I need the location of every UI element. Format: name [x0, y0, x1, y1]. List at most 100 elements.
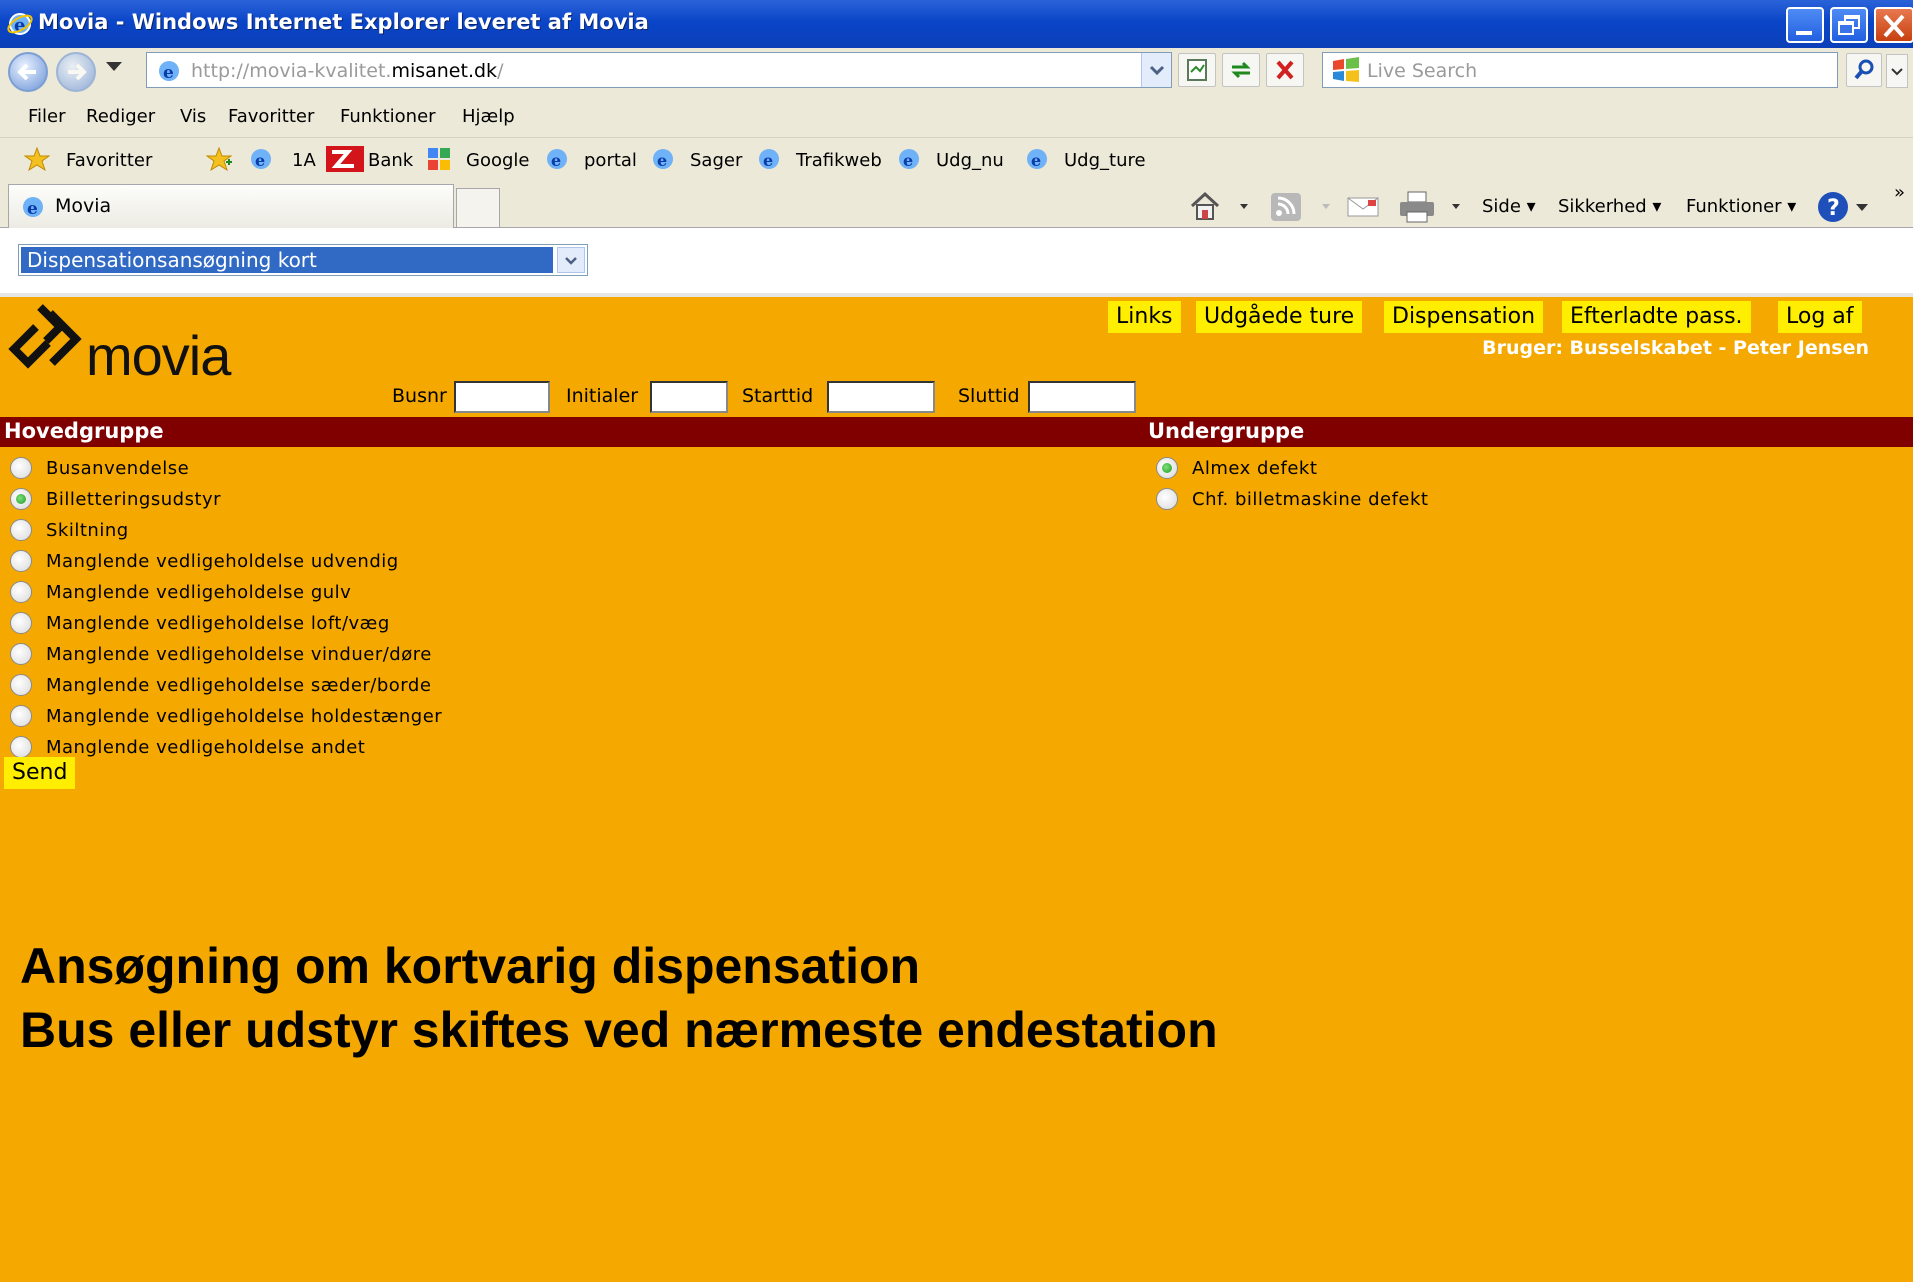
initialer-input[interactable]: [650, 381, 728, 413]
help-icon[interactable]: ?: [1816, 190, 1852, 224]
side-menu[interactable]: Side ▾: [1482, 196, 1536, 217]
favlink-trafikweb[interactable]: e Trafikweb: [756, 138, 886, 184]
title-bar: e Movia - Windows Internet Explorer leve…: [0, 0, 1913, 48]
svg-text:e: e: [255, 151, 265, 170]
starttid-input[interactable]: [827, 381, 935, 413]
sikkerhed-menu[interactable]: Sikkerhed ▾: [1558, 196, 1661, 217]
hovedgruppe-option-radio[interactable]: [10, 550, 32, 572]
form-select-row: Dispensationsansøgning kort: [0, 229, 1913, 297]
busnr-input[interactable]: [454, 381, 550, 413]
address-toolbar: e http://movia-kvalitet.misanet.dk/ Live…: [0, 48, 1913, 96]
menu-bar: Filer Rediger Vis Favoritter Funktioner …: [0, 96, 1913, 138]
link-efterladte-pass[interactable]: Efterladte pass.: [1562, 301, 1751, 333]
favlink-udg-nu[interactable]: e Udg_nu: [896, 138, 1016, 184]
home-dropdown-icon[interactable]: [1240, 204, 1248, 209]
undergruppe-option-radio[interactable]: [1156, 488, 1178, 510]
print-icon[interactable]: [1398, 190, 1436, 224]
url-text: http://movia-kvalitet.misanet.dk/: [191, 60, 504, 82]
favorites-label: Favoritter: [66, 150, 153, 171]
link-links[interactable]: Links: [1108, 301, 1181, 333]
menu-hjaelp[interactable]: Hjælp: [462, 106, 515, 127]
add-favorite-icon[interactable]: [206, 146, 232, 172]
chevron-down-icon: [565, 257, 577, 265]
restore-button[interactable]: [1830, 7, 1868, 43]
url-dropdown-button[interactable]: [1141, 53, 1171, 87]
favlink-1a[interactable]: e 1A: [248, 138, 318, 184]
hovedgruppe-option-radio[interactable]: [10, 612, 32, 634]
hovedgruppe-title: Hovedgruppe: [4, 419, 164, 443]
chevron-more-icon[interactable]: »: [1894, 182, 1905, 203]
minimize-button[interactable]: [1786, 7, 1824, 43]
link-log-af[interactable]: Log af: [1778, 301, 1862, 333]
favlink-udg-ture[interactable]: e Udg_ture: [1024, 138, 1164, 184]
help-dropdown-icon[interactable]: [1856, 204, 1868, 211]
search-button[interactable]: [1846, 53, 1882, 87]
send-button[interactable]: Send: [4, 757, 76, 789]
sluttid-input[interactable]: [1028, 381, 1136, 413]
funktioner-menu[interactable]: Funktioner ▾: [1686, 196, 1796, 217]
favorites-bar: Favoritter e 1A Bank Google e portal e S…: [0, 138, 1913, 184]
close-icon: [1883, 14, 1905, 38]
close-window-button[interactable]: [1874, 7, 1913, 43]
undergruppe-option-radio[interactable]: [1156, 457, 1178, 479]
busnr-label: Busnr: [392, 385, 447, 407]
favorites-button[interactable]: Favoritter: [24, 138, 164, 184]
hovedgruppe-option-label: Manglende vedligeholdelse gulv: [46, 582, 352, 603]
refresh-button[interactable]: [1222, 53, 1260, 87]
hovedgruppe-option-radio[interactable]: [10, 643, 32, 665]
search-input[interactable]: Live Search: [1322, 52, 1838, 88]
caption-line-1: Ansøgning om kortvarig dispensation: [20, 938, 921, 994]
link-udgaaede-ture[interactable]: Udgåede ture: [1196, 301, 1363, 333]
new-tab-button[interactable]: [456, 188, 500, 228]
link-dispensation[interactable]: Dispensation: [1384, 301, 1544, 333]
hovedgruppe-option-radio[interactable]: [10, 581, 32, 603]
search-options-dropdown[interactable]: [1886, 54, 1908, 88]
forward-button[interactable]: [56, 52, 96, 92]
forward-arrow-icon: [68, 63, 87, 81]
home-icon[interactable]: [1188, 190, 1222, 222]
undergruppe-option-label: Almex defekt: [1192, 458, 1318, 479]
mail-icon[interactable]: [1346, 192, 1380, 222]
undergruppe-option-label: Chf. billetmaskine defekt: [1192, 489, 1429, 510]
stop-button[interactable]: [1266, 53, 1304, 87]
hovedgruppe-option-label: Manglende vedligeholdelse udvendig: [46, 551, 399, 572]
hovedgruppe-option-radio[interactable]: [10, 488, 32, 510]
favlink-portal[interactable]: e portal: [544, 138, 644, 184]
sluttid-label: Sluttid: [958, 385, 1020, 407]
initialer-label: Initialer: [566, 385, 639, 407]
favlink-google[interactable]: Google: [426, 138, 536, 184]
movia-page: movia Links Udgåede ture Dispensation Ef…: [0, 297, 1913, 1282]
tab-bar: e Movia Side ▾ Sikkerhed ▾ Funktioner ▾ …: [0, 182, 1913, 228]
menu-funktioner[interactable]: Funktioner: [340, 106, 436, 127]
svg-text:?: ?: [1827, 196, 1840, 221]
ie-page-icon: e: [899, 149, 919, 170]
hovedgruppe-option-radio[interactable]: [10, 736, 32, 758]
menu-vis[interactable]: Vis: [180, 106, 206, 127]
history-dropdown-icon[interactable]: [106, 62, 122, 71]
hovedgruppe-option-radio[interactable]: [10, 519, 32, 541]
form-type-dropdown-button[interactable]: [557, 247, 585, 273]
user-info: Bruger: Busselskabet - Peter Jensen: [1482, 337, 1869, 359]
menu-rediger[interactable]: Rediger: [86, 106, 155, 127]
menu-filer[interactable]: Filer: [28, 106, 66, 127]
favlink-bank[interactable]: Bank: [326, 138, 416, 184]
print-dropdown-icon[interactable]: [1452, 204, 1460, 209]
ie-page-icon: e: [23, 197, 43, 219]
rss-feed-icon[interactable]: [1270, 192, 1302, 222]
back-button[interactable]: [8, 52, 48, 92]
svg-text:e: e: [27, 199, 38, 219]
menu-favoritter[interactable]: Favoritter: [228, 106, 314, 127]
hovedgruppe-option-radio[interactable]: [10, 674, 32, 696]
hovedgruppe-option-radio[interactable]: [10, 705, 32, 727]
refresh-icon: [1231, 61, 1251, 79]
form-type-select[interactable]: Dispensationsansøgning kort: [18, 244, 588, 276]
hovedgruppe-option-radio[interactable]: [10, 457, 32, 479]
form-type-selected-value: Dispensationsansøgning kort: [21, 247, 553, 273]
hovedgruppe-option-label: Manglende vedligeholdelse andet: [46, 737, 366, 758]
compatibility-button[interactable]: [1178, 53, 1216, 87]
movia-logo: movia: [6, 303, 276, 387]
tab-movia[interactable]: e Movia: [8, 184, 454, 228]
rss-dropdown-icon[interactable]: [1322, 204, 1330, 209]
url-field[interactable]: e http://movia-kvalitet.misanet.dk/: [146, 52, 1172, 88]
favlink-sager[interactable]: e Sager: [650, 138, 750, 184]
